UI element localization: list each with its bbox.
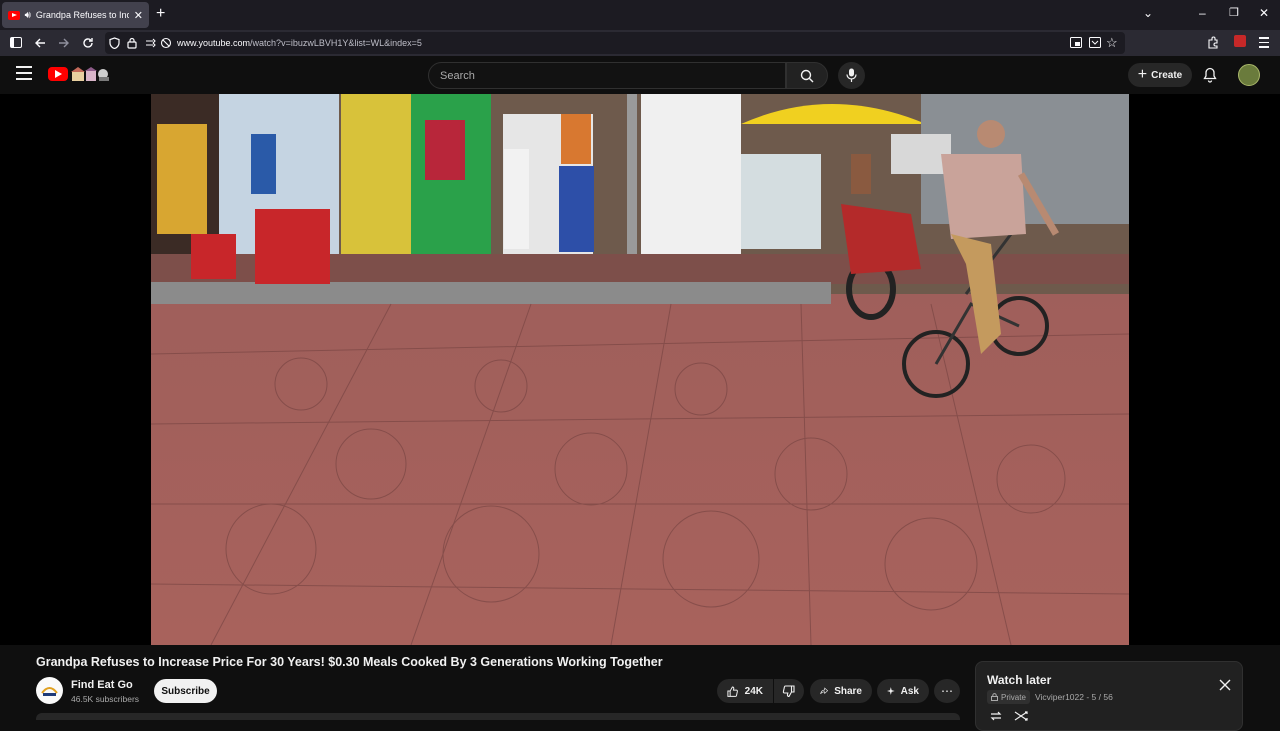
more-actions-button[interactable]: ⋯ — [934, 679, 960, 703]
playlist-panel: Watch later Private Vicviper1022 - 5 / 5… — [975, 661, 1243, 731]
video-frame[interactable] — [151, 94, 1129, 645]
create-label: Create — [1151, 69, 1183, 81]
extension-badge-icon[interactable] — [1234, 35, 1246, 47]
sparkle-icon — [887, 687, 895, 695]
like-icon — [727, 686, 738, 697]
lock-icon[interactable] — [127, 37, 137, 49]
privacy-badge: Private — [987, 690, 1030, 704]
account-avatar[interactable] — [1238, 64, 1260, 86]
search-button[interactable] — [786, 62, 828, 89]
tab-close-icon[interactable]: ✕ — [134, 9, 143, 22]
playlist-title[interactable]: Watch later — [987, 673, 1051, 687]
permissions-icon[interactable] — [145, 38, 157, 48]
channel-avatar[interactable] — [36, 677, 63, 704]
bell-icon[interactable] — [1202, 67, 1218, 83]
loop-icon[interactable] — [988, 710, 1004, 722]
browser-nav-bar: www.youtube.com/watch?v=ibuzwLBVH1Y&list… — [0, 30, 1280, 56]
search-icon — [800, 69, 814, 83]
forward-icon[interactable] — [58, 37, 70, 49]
video-title: Grandpa Refuses to Increase Price For 30… — [36, 655, 663, 669]
restore-icon[interactable]: ❐ — [1229, 6, 1239, 19]
extensions-icon[interactable] — [1207, 36, 1219, 49]
shuffle-icon[interactable] — [1014, 710, 1030, 722]
back-icon[interactable] — [34, 37, 46, 49]
ask-button[interactable]: Ask — [877, 679, 929, 703]
channel-name[interactable]: Find Eat Go — [71, 679, 133, 691]
bookmark-star-icon[interactable]: ☆ — [1106, 35, 1118, 51]
voice-search-button[interactable] — [838, 62, 865, 89]
channel-logo-icon — [36, 677, 63, 704]
create-button[interactable]: + Create — [1128, 63, 1192, 87]
youtube-doodle-icon[interactable] — [70, 65, 112, 83]
url-text: www.youtube.com/watch?v=ibuzwLBVH1Y&list… — [177, 38, 422, 48]
description-box[interactable] — [36, 713, 960, 720]
dislike-icon — [782, 684, 795, 697]
video-street-scene — [151, 94, 1129, 645]
share-icon — [820, 687, 829, 695]
save-to-pocket-icon[interactable] — [1089, 37, 1101, 48]
video-player — [0, 94, 1280, 645]
hamburger-menu-icon[interactable] — [16, 66, 32, 80]
tracking-protection-icon[interactable] — [160, 37, 172, 49]
share-button[interactable]: Share — [810, 679, 872, 703]
new-tab-icon[interactable]: + — [156, 5, 165, 23]
close-icon[interactable] — [1218, 678, 1232, 692]
ask-label: Ask — [900, 685, 919, 697]
youtube-header: Search + Create — [0, 56, 1280, 94]
like-count: 24K — [744, 685, 763, 697]
reload-icon[interactable] — [82, 37, 94, 49]
browser-tab-bar: 🔊︎ Grandpa Refuses to Increase Price For… — [0, 0, 1280, 30]
more-icon: ⋯ — [941, 684, 953, 698]
search-placeholder: Search — [440, 70, 475, 82]
search-input[interactable]: Search — [428, 62, 786, 89]
privacy-label: Private — [1001, 692, 1026, 702]
tab-title: Grandpa Refuses to Increase Price For 30… — [35, 10, 129, 20]
sidebar-icon[interactable] — [10, 37, 22, 48]
minimize-icon[interactable]: – — [1199, 6, 1206, 20]
app-menu-icon[interactable] — [1259, 34, 1269, 51]
youtube-favicon-icon — [8, 10, 20, 20]
speaker-icon[interactable]: 🔊︎ — [25, 10, 31, 21]
youtube-logo-icon[interactable] — [48, 67, 68, 81]
playlist-meta: Vicviper1022 - 5 / 56 — [1035, 692, 1113, 702]
microphone-icon — [846, 68, 857, 82]
subscriber-count: 46.5K subscribers — [71, 694, 140, 704]
shield-icon[interactable] — [109, 37, 120, 49]
lock-icon — [991, 693, 998, 701]
url-bar[interactable]: www.youtube.com/watch?v=ibuzwLBVH1Y&list… — [105, 32, 1125, 54]
picture-in-picture-icon[interactable] — [1070, 37, 1082, 48]
plus-icon: + — [1137, 66, 1148, 83]
like-button[interactable]: 24K — [717, 679, 773, 703]
window-close-icon[interactable]: ✕ — [1259, 6, 1269, 20]
subscribe-button[interactable]: Subscribe — [154, 679, 217, 703]
dislike-button[interactable] — [774, 679, 804, 703]
share-label: Share — [834, 685, 862, 697]
browser-tab[interactable]: 🔊︎ Grandpa Refuses to Increase Price For… — [2, 2, 149, 28]
chevron-down-icon[interactable]: ⌄ — [1143, 6, 1153, 20]
